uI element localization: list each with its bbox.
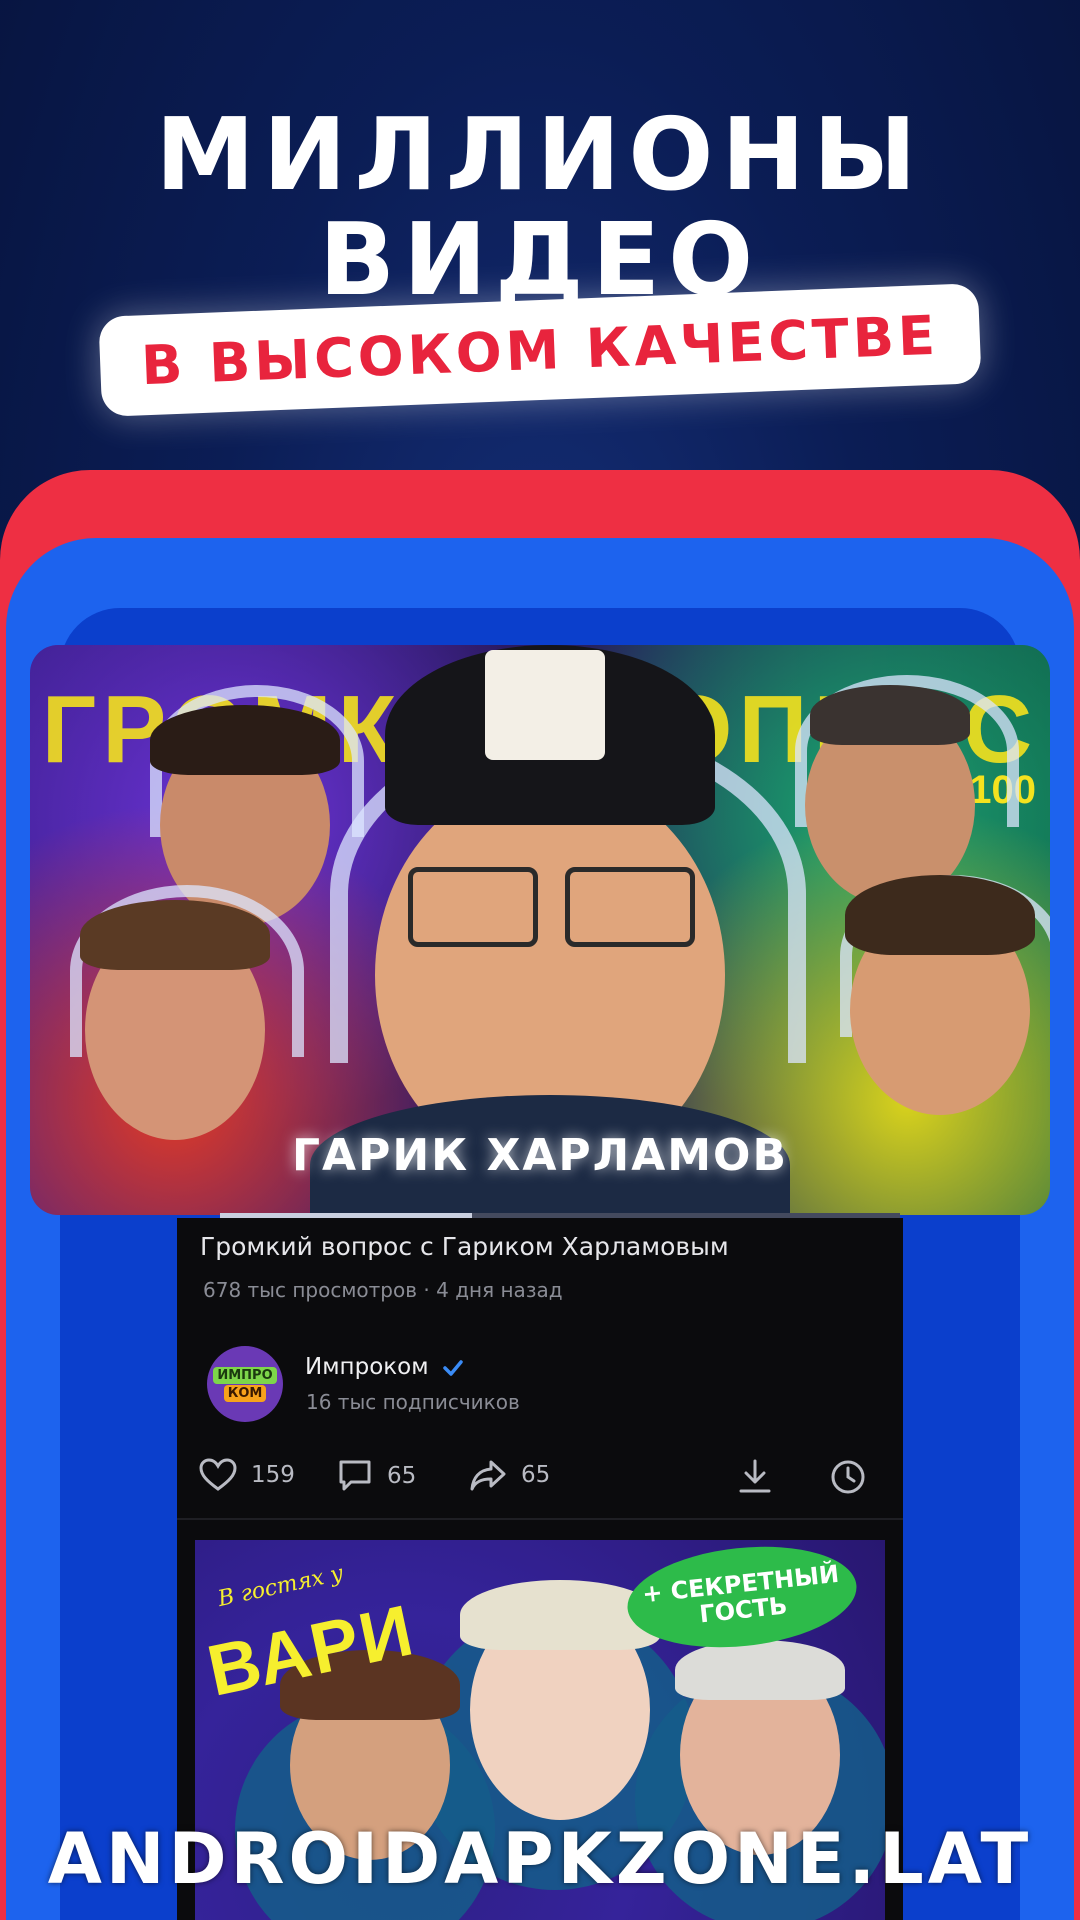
person-hair bbox=[845, 875, 1035, 955]
download-icon[interactable] bbox=[737, 1458, 773, 1496]
watch-later-icon[interactable] bbox=[829, 1458, 867, 1496]
secret-guest-badge-text: + СЕКРЕТНЫЙ ГОСТЬ bbox=[640, 1559, 841, 1629]
like-count: 159 bbox=[251, 1462, 295, 1488]
thumbnail-small-text: В гостях у bbox=[215, 1561, 346, 1612]
meta-separator: · bbox=[423, 1278, 430, 1302]
publish-date: 4 дня назад bbox=[436, 1278, 563, 1302]
person-hair bbox=[675, 1640, 845, 1700]
person-hair bbox=[150, 705, 340, 775]
avatar-logo-line-2: КОМ bbox=[223, 1384, 267, 1402]
verified-icon bbox=[443, 1360, 463, 1376]
video-title[interactable]: Громкий вопрос с Гариком Харламовым bbox=[200, 1232, 729, 1261]
avatar-logo-line-1: ИМПРО bbox=[213, 1366, 277, 1384]
share-count: 65 bbox=[521, 1462, 551, 1488]
channel-avatar[interactable]: ИМПРО КОМ bbox=[207, 1346, 283, 1422]
share-icon bbox=[470, 1460, 506, 1491]
comment-icon bbox=[339, 1460, 371, 1491]
subscriber-count: 16 тыс подписчиков bbox=[306, 1390, 520, 1414]
comment-count: 65 bbox=[387, 1463, 417, 1489]
cap-patch bbox=[485, 650, 605, 760]
card-divider bbox=[177, 1518, 903, 1520]
glasses-lens bbox=[565, 867, 695, 947]
heart-icon bbox=[199, 1458, 237, 1491]
share-button[interactable]: 65 bbox=[469, 1458, 550, 1492]
glasses-lens bbox=[408, 867, 538, 947]
featured-video-thumbnail[interactable]: ГРОМКИЙ ВОПРОС ₽100 ГАРИК ХАРЛАМОВ bbox=[30, 645, 1050, 1215]
person-hair bbox=[810, 685, 970, 745]
person-hair bbox=[80, 900, 270, 970]
headline-line-1: МИЛЛИОНЫ bbox=[155, 96, 925, 213]
quality-badge-text: В ВЫСОКОМ КАЧЕСТВЕ bbox=[140, 303, 940, 397]
video-meta: 678 тыс просмотров · 4 дня назад bbox=[203, 1278, 563, 1302]
secret-guest-badge: + СЕКРЕТНЫЙ ГОСТЬ bbox=[622, 1540, 862, 1658]
thumbnail-caption: ГАРИК ХАРЛАМОВ bbox=[292, 1130, 788, 1181]
comment-button[interactable]: 65 bbox=[337, 1458, 416, 1494]
view-count: 678 тыс просмотров bbox=[203, 1278, 418, 1302]
action-bar: 159 65 65 bbox=[177, 1458, 903, 1518]
channel-name[interactable]: Импроком bbox=[305, 1354, 429, 1380]
like-button[interactable]: 159 bbox=[199, 1458, 295, 1492]
watermark: ANDROIDAPKZONE.LAT bbox=[47, 1818, 1033, 1900]
